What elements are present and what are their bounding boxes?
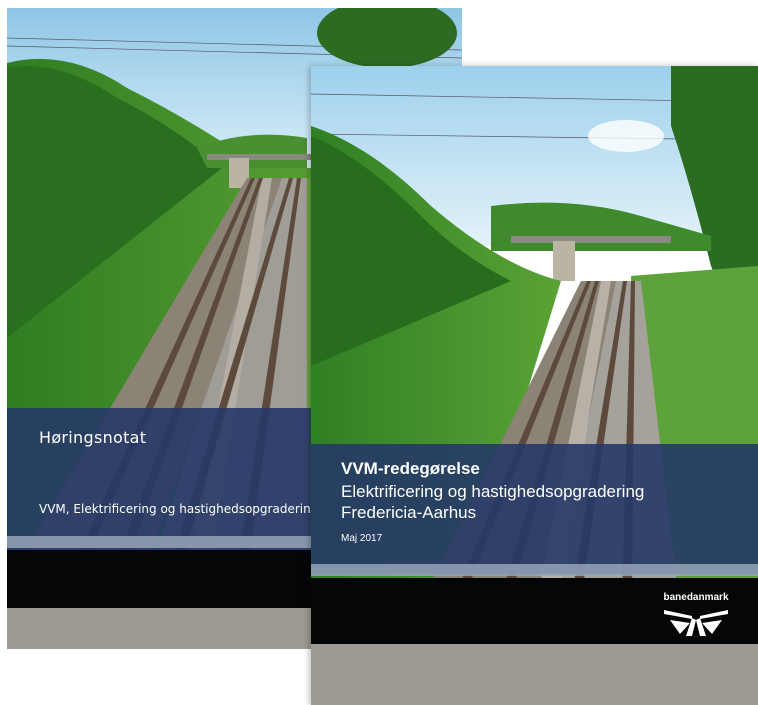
subtitle-line-2: Fredericia-Aarhus [341,503,477,522]
divider-strip [311,564,758,576]
document-subtitle: VVM, Elektrificering og hastighedsopgrad… [39,502,319,516]
banedanmark-logo: banedanmark [656,592,736,640]
publication-date: Maj 2017 [341,533,383,544]
document-title: Høringsnotat [39,428,147,447]
document-title: VVM-redegørelse [341,459,480,478]
subtitle-line-1: Elektrificering og hastighedsopgradering [341,482,645,501]
document-subtitle: Elektrificering og hastighedsopgradering… [341,481,644,523]
footer-bar: banedanmark [311,578,758,644]
title-band: VVM-redegørelse Elektrificering og hasti… [311,444,758,574]
cover-vvm-redegorelse: VVM-redegørelse Elektrificering og hasti… [311,66,758,705]
rail-logo-icon [664,610,728,636]
brand-name: banedanmark [663,592,729,603]
